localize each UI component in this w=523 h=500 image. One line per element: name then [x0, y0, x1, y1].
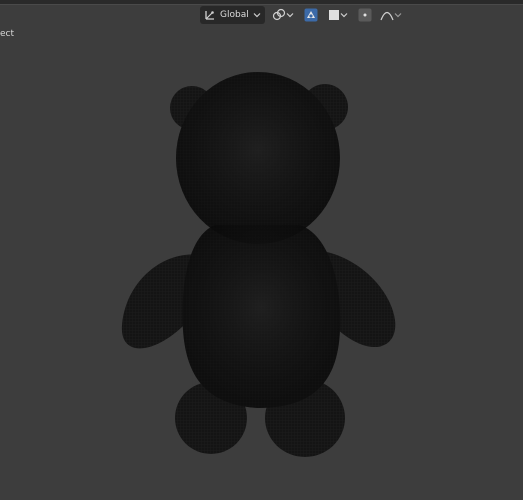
teddy-bear-mesh[interactable]	[0, 0, 523, 500]
3d-viewport[interactable]: ect Global	[0, 0, 523, 500]
bear-body-group	[121, 72, 396, 457]
